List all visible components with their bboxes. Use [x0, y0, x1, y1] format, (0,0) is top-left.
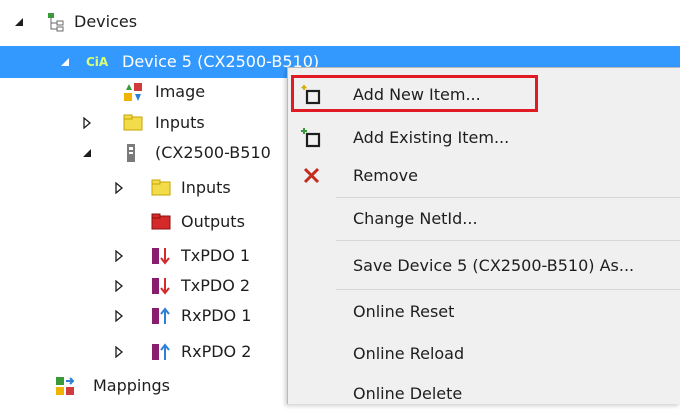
menu-item-label: Online Reset [353, 302, 455, 321]
tree-item-rxpdo-1[interactable]: RxPDO 1 [0, 300, 290, 332]
tree-item-inputs[interactable]: Inputs [0, 107, 290, 139]
rxpdo-icon [150, 341, 172, 363]
txpdo-icon [150, 245, 172, 267]
outputs-folder-icon [150, 211, 172, 233]
menu-separator [336, 289, 680, 290]
menu-item-online-delete[interactable]: Online Delete [288, 376, 680, 412]
image-icon [122, 81, 144, 103]
tree-item-devices[interactable]: Devices [0, 6, 300, 38]
tree-item-image[interactable]: Image [0, 76, 290, 108]
tree-item-txpdo-1[interactable]: TxPDO 1 [0, 240, 290, 272]
collapsed-arrow-icon[interactable] [112, 345, 126, 359]
context-menu: Add New Item... Add Existing Item... Rem… [287, 67, 680, 404]
menu-item-label: Online Reload [353, 344, 465, 363]
tree-label: Image [155, 82, 206, 101]
menu-item-label: Save Device 5 (CX2500-B510) As... [353, 256, 635, 275]
menu-separator [336, 197, 680, 198]
tree-label: (CX2500-B510 [155, 143, 271, 162]
tree-label: Outputs [181, 212, 245, 231]
tree-label: Inputs [181, 178, 231, 197]
menu-item-label: Change NetId... [353, 209, 478, 228]
txpdo-icon [150, 275, 172, 297]
menu-item-online-reset[interactable]: Online Reset [288, 294, 680, 330]
tree-item-inputs-sub[interactable]: Inputs [0, 172, 290, 204]
terminal-module-icon [120, 142, 142, 164]
menu-item-label: Add Existing Item... [353, 128, 510, 147]
add-existing-item-icon [300, 127, 324, 149]
expanded-arrow-icon[interactable] [58, 55, 72, 69]
inputs-folder-icon [150, 177, 172, 199]
tree-label: Devices [74, 12, 138, 31]
tree-item-txpdo-2[interactable]: TxPDO 2 [0, 270, 290, 302]
inputs-folder-icon [122, 112, 144, 134]
tree-item-mappings[interactable]: Mappings [0, 370, 290, 402]
collapsed-arrow-icon[interactable] [112, 279, 126, 293]
devices-icon [46, 11, 68, 33]
mappings-icon [54, 375, 76, 397]
menu-item-online-reload[interactable]: Online Reload [288, 336, 680, 372]
expanded-arrow-icon[interactable] [80, 146, 94, 160]
menu-item-remove[interactable]: Remove [288, 158, 680, 194]
tree-item-rxpdo-2[interactable]: RxPDO 2 [0, 336, 290, 368]
cia-device-icon: CiA [86, 55, 109, 69]
menu-item-change-netid[interactable]: Change NetId... [288, 201, 680, 237]
tree-label: Inputs [155, 113, 205, 132]
menu-item-label: Online Delete [353, 384, 463, 403]
collapsed-arrow-icon[interactable] [112, 181, 126, 195]
menu-item-save-device-as[interactable]: Save Device 5 (CX2500-B510) As... [288, 248, 680, 284]
tree-item-outputs[interactable]: Outputs [0, 206, 290, 238]
tree-item-cx2500[interactable]: (CX2500-B510 [0, 137, 290, 169]
tree-label: RxPDO 1 [181, 306, 252, 325]
remove-x-icon [300, 165, 324, 187]
tree-label: Mappings [93, 376, 170, 395]
tree-label: TxPDO 1 [181, 246, 251, 265]
collapsed-arrow-icon[interactable] [112, 309, 126, 323]
expanded-arrow-icon[interactable] [12, 15, 26, 29]
menu-item-add-existing-item[interactable]: Add Existing Item... [288, 120, 680, 156]
rxpdo-icon [150, 305, 172, 327]
menu-separator [336, 240, 680, 241]
tree-label: TxPDO 2 [181, 276, 251, 295]
highlight-box [291, 75, 538, 112]
collapsed-arrow-icon[interactable] [80, 116, 94, 130]
menu-item-label: Remove [353, 166, 418, 185]
collapsed-arrow-icon[interactable] [112, 249, 126, 263]
tree-label: RxPDO 2 [181, 342, 252, 361]
